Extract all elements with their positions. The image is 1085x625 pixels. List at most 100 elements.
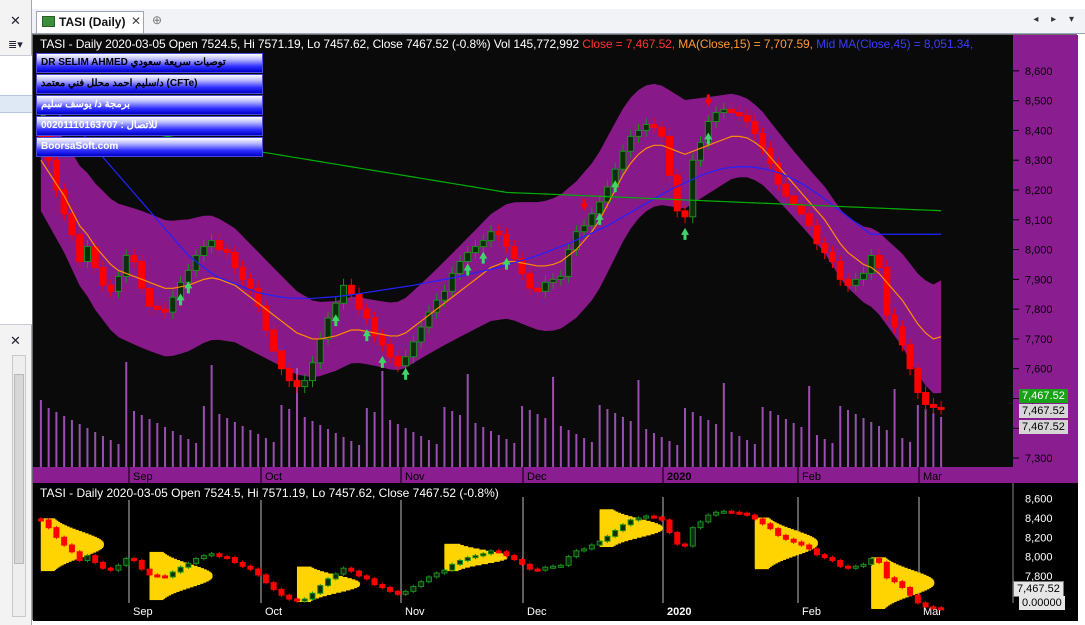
- candle-body: [448, 272, 456, 292]
- tab-bar: TASI (Daily) ✕ ⊕ ◂ ▸ ▾: [32, 9, 1085, 34]
- selected-list-row[interactable]: [0, 95, 32, 113]
- volume-bar: [668, 441, 671, 467]
- candle-body: [215, 240, 223, 251]
- candle-body: [782, 183, 790, 197]
- volume-bar: [389, 420, 392, 467]
- tab-tasi-daily[interactable]: TASI (Daily) ✕: [36, 11, 144, 33]
- candle-body: [495, 231, 503, 236]
- lower-candle-body: [573, 550, 580, 558]
- watermark-line: للاتصال : 00201110163707: [36, 116, 263, 136]
- lower-chart-header: TASI - Daily 2020-03-05 Open 7524.5, Hi …: [40, 486, 499, 500]
- lower-candle-body: [550, 565, 557, 569]
- lower-candle-body: [674, 531, 681, 545]
- candle-body: [138, 260, 146, 289]
- candle-body: [735, 112, 743, 117]
- lower-candle-body: [557, 564, 564, 568]
- candle-body: [883, 266, 891, 316]
- lower-candle-body: [185, 562, 192, 568]
- close-panel-icon[interactable]: ✕: [10, 14, 21, 27]
- lower-candle-body: [425, 576, 432, 583]
- date-axis-label: Nov: [405, 606, 425, 618]
- lower-candle-body: [464, 557, 471, 561]
- volume-bar: [334, 433, 337, 467]
- lower-candle-body: [224, 556, 231, 560]
- price-axis-tick-label: 7,800: [1025, 304, 1053, 316]
- date-axis-label: Mar: [923, 471, 942, 483]
- candle-body: [922, 392, 930, 405]
- candle-body: [293, 380, 301, 388]
- price-axis-tick-label: 8,200: [1025, 185, 1053, 197]
- lower-candle-body: [216, 553, 223, 558]
- lower-candle-body: [154, 574, 161, 578]
- volume-bar: [233, 422, 236, 467]
- close-panel-icon[interactable]: ✕: [10, 334, 21, 347]
- lower-candle-body: [526, 563, 533, 570]
- candle-body: [223, 249, 231, 254]
- lower-candle-body: [891, 577, 898, 583]
- candle-body: [937, 406, 945, 410]
- candle-body: [456, 260, 464, 274]
- candle-body: [355, 293, 363, 310]
- vertical-scrollbar[interactable]: [12, 355, 26, 617]
- candle-body: [184, 269, 192, 283]
- candle-body: [316, 338, 324, 364]
- volume-bar: [629, 421, 632, 467]
- volume-bar: [218, 414, 221, 467]
- candle-body: [728, 109, 736, 114]
- lower-candle-body: [713, 511, 720, 516]
- candle-body: [510, 246, 518, 260]
- lower-candle-body: [705, 514, 712, 523]
- lower-candle-body: [759, 518, 766, 525]
- lower-candle-body: [744, 512, 751, 516]
- lower-candle-body: [76, 551, 83, 561]
- new-tab-icon[interactable]: ⊕: [152, 13, 162, 27]
- volume-bar: [870, 422, 873, 467]
- chart-area[interactable]: 8,600 8,500 8,400 8,300 8,200 8,100 8,000 7,900…: [32, 34, 1078, 621]
- candle-body: [534, 287, 542, 292]
- lower-candle-body: [441, 569, 448, 574]
- volume-bar: [792, 423, 795, 467]
- close-tab-icon[interactable]: ✕: [131, 14, 141, 28]
- lower-candle-body: [534, 568, 541, 572]
- volume-bar: [707, 420, 710, 467]
- volume-bar: [133, 411, 136, 467]
- lower-candle-body: [860, 563, 867, 567]
- volume-bar: [396, 424, 399, 467]
- candle-body: [208, 240, 216, 248]
- lower-candle-body: [650, 515, 657, 519]
- lower-candle-body: [852, 565, 859, 569]
- candle-body: [580, 225, 588, 233]
- volume-bar: [140, 415, 143, 467]
- scrollbar-thumb[interactable]: [14, 374, 24, 564]
- volume-bar: [39, 400, 42, 467]
- volume-bar: [878, 426, 881, 467]
- menu-list-icon[interactable]: ≣▾: [8, 38, 30, 54]
- candle-body: [378, 335, 386, 346]
- lower-candle-body: [146, 568, 153, 576]
- watermark-line: د/سليم احمد محلل فني معتمد (CFTe): [36, 74, 263, 94]
- lower-candle-body: [200, 555, 207, 560]
- date-axis-label: Dec: [527, 606, 547, 618]
- price-label: 7,467.52: [1013, 581, 1064, 597]
- lower-candle-body: [922, 602, 929, 608]
- volume-bar: [435, 444, 438, 467]
- candle-body: [526, 272, 534, 289]
- lower-candle-body: [68, 544, 75, 553]
- lower-candle-body: [511, 555, 518, 561]
- lower-candle-body: [565, 556, 572, 566]
- lower-candle-body: [844, 565, 851, 569]
- lower-candle-body: [309, 592, 316, 600]
- volume-bar: [272, 442, 275, 467]
- volume-bar: [226, 418, 229, 467]
- date-axis-label: Feb: [802, 606, 821, 618]
- price-axis-tick-label: 8,600: [1025, 66, 1053, 78]
- date-axis-label: Sep: [133, 606, 153, 618]
- volume-bar: [404, 428, 407, 467]
- header-prefix: TASI - Daily 2020-03-05 Open 7524.5, Hi …: [40, 37, 583, 51]
- candle-body: [52, 159, 60, 191]
- lower-candle-body: [837, 559, 844, 567]
- candle-body: [114, 275, 122, 292]
- candle-body: [867, 255, 875, 274]
- volume-bar: [513, 443, 516, 467]
- tab-navigation-arrows[interactable]: ◂ ▸ ▾: [1033, 14, 1079, 25]
